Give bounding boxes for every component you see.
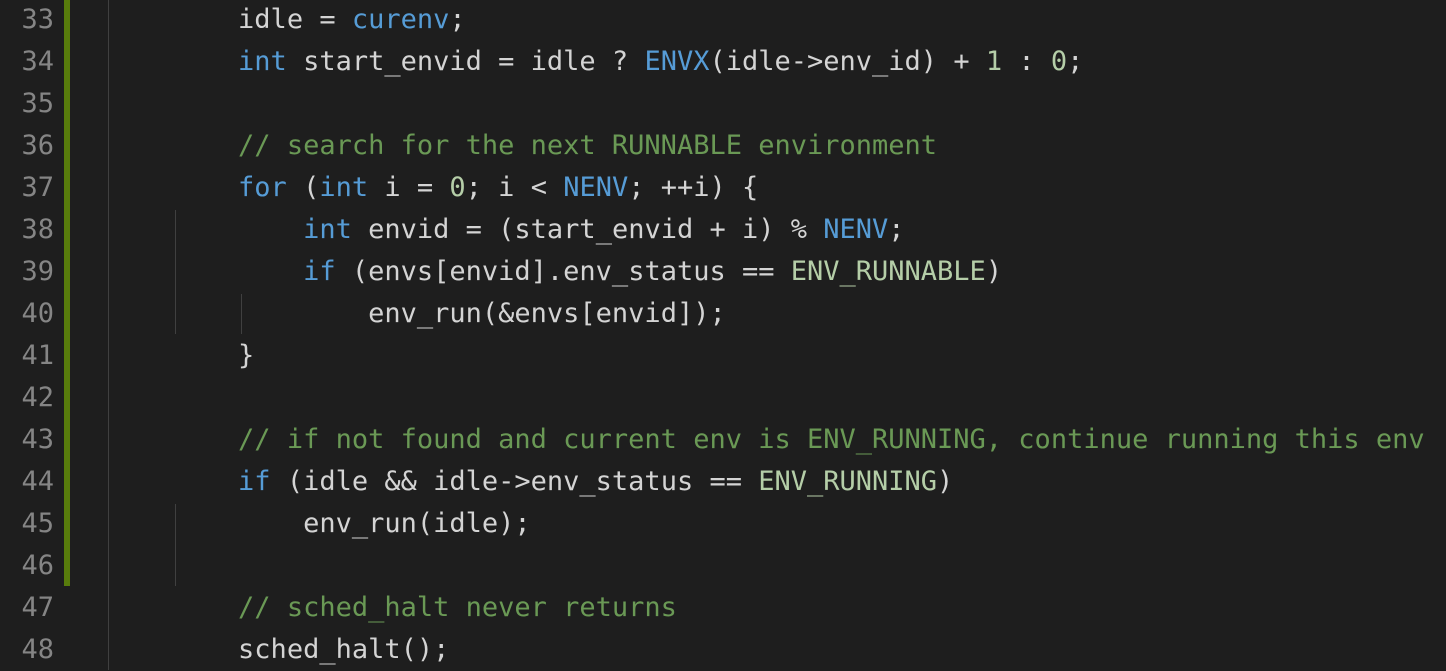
line-number: 37 [21, 172, 54, 203]
code-line[interactable]: 42 [0, 377, 1446, 419]
code-text: // search for the next RUNNABLE environm… [108, 125, 937, 167]
line-number: 43 [21, 424, 54, 455]
code-text: // sched_halt never returns [108, 587, 677, 629]
code-token: // sched_halt never returns [238, 592, 677, 623]
code-token: env_run(idle); [303, 508, 531, 539]
line-number: 47 [21, 592, 54, 623]
code-token: i = [368, 172, 450, 203]
code-token: ; [1067, 46, 1084, 77]
code-line[interactable]: 37 for (int i = 0; i < NENV; ++i) { [0, 167, 1446, 209]
code-token: ENV_RUNNING [758, 466, 938, 497]
code-line[interactable]: 44 if (idle && idle->env_status == ENV_R… [0, 461, 1446, 503]
line-number: 35 [21, 88, 54, 119]
line-number: 41 [21, 340, 54, 371]
code-token: curenv [351, 4, 450, 35]
code-line[interactable]: 46 [0, 545, 1446, 587]
code-token: sched_halt(); [238, 634, 450, 665]
code-token: 0 [1050, 46, 1068, 77]
code-token: // if not found and current env is ENV_R… [238, 424, 1425, 455]
code-text: int start_envid = idle ? ENVX(idle->env_… [108, 41, 1083, 83]
code-line[interactable]: 39 if (envs[envid].env_status == ENV_RUN… [0, 251, 1446, 293]
code-text: if (envs[envid].env_status == ENV_RUNNAB… [108, 251, 1002, 293]
code-token: ; [449, 4, 466, 35]
code-text: env_run(idle); [108, 503, 531, 545]
code-token: int [303, 214, 352, 245]
code-token: env_run(&envs[envid]); [368, 298, 726, 329]
code-text: int envid = (start_envid + i) % NENV; [108, 209, 905, 251]
code-line[interactable]: 40 env_run(&envs[envid]); [0, 293, 1446, 335]
line-number: 40 [21, 298, 54, 329]
line-number: 46 [21, 550, 54, 581]
code-token: if [303, 256, 336, 287]
code-line[interactable]: 43 // if not found and current env is EN… [0, 419, 1446, 461]
code-token: 0 [449, 172, 466, 203]
code-line[interactable]: 45 env_run(idle); [0, 503, 1446, 545]
code-token: ) [937, 466, 954, 497]
line-number: 44 [21, 466, 54, 497]
code-text: if (idle && idle->env_status == ENV_RUNN… [108, 461, 953, 503]
code-token: (idle->env_id) + [709, 46, 986, 77]
code-line[interactable]: 47 // sched_halt never returns [0, 587, 1446, 629]
line-number: 34 [21, 46, 54, 77]
code-text: idle = curenv; [108, 0, 466, 41]
code-token: for [238, 172, 287, 203]
code-line[interactable]: 36 // search for the next RUNNABLE envir… [0, 125, 1446, 167]
code-token: ; [888, 214, 905, 245]
line-number: 38 [21, 214, 54, 245]
code-token: (envs[envid].env_status == [335, 256, 791, 287]
code-text: for (int i = 0; i < NENV; ++i) { [108, 167, 758, 209]
code-token: idle = [238, 4, 352, 35]
code-token: } [238, 340, 255, 371]
code-token: start_envid = idle ? [286, 46, 645, 77]
line-number: 45 [21, 508, 54, 539]
code-token: ENV_RUNNABLE [790, 256, 986, 287]
code-token: ) [985, 256, 1003, 287]
code-token: ( [286, 172, 320, 203]
code-line[interactable]: 34 int start_envid = idle ? ENVX(idle->e… [0, 41, 1446, 83]
line-number: 33 [21, 4, 54, 35]
code-line[interactable]: 38 int envid = (start_envid + i) % NENV; [0, 209, 1446, 251]
code-token: int [238, 46, 287, 77]
code-token: ; ++i) { [628, 172, 759, 203]
code-text: env_run(&envs[envid]); [108, 293, 726, 335]
code-editor[interactable]: 33 idle = curenv; 34 int start_envid = id… [0, 0, 1446, 670]
code-line[interactable]: 41 } [0, 335, 1446, 377]
code-token: envid = (start_envid + i) % [351, 214, 824, 245]
code-text: // if not found and current env is ENV_R… [108, 419, 1425, 461]
line-number: 48 [21, 634, 54, 665]
code-line[interactable]: 33 idle = curenv; [0, 0, 1446, 41]
code-token: : [1002, 46, 1051, 77]
code-token: NENV [563, 172, 629, 203]
line-number: 39 [21, 256, 54, 287]
code-text: } [108, 335, 254, 377]
code-token: ; i < [465, 172, 564, 203]
code-line[interactable]: 48 sched_halt(); [0, 629, 1446, 671]
code-token: NENV [823, 214, 889, 245]
line-number: 36 [21, 130, 54, 161]
code-line[interactable]: 35 [0, 83, 1446, 125]
code-token: 1 [985, 46, 1003, 77]
code-token: int [319, 172, 369, 203]
code-text: sched_halt(); [108, 629, 449, 671]
line-number: 42 [21, 382, 54, 413]
code-token: // search for the next RUNNABLE environm… [238, 130, 938, 161]
code-token: if [238, 466, 271, 497]
code-token: (idle && idle->env_status == [270, 466, 759, 497]
code-token: ENVX [644, 46, 710, 77]
